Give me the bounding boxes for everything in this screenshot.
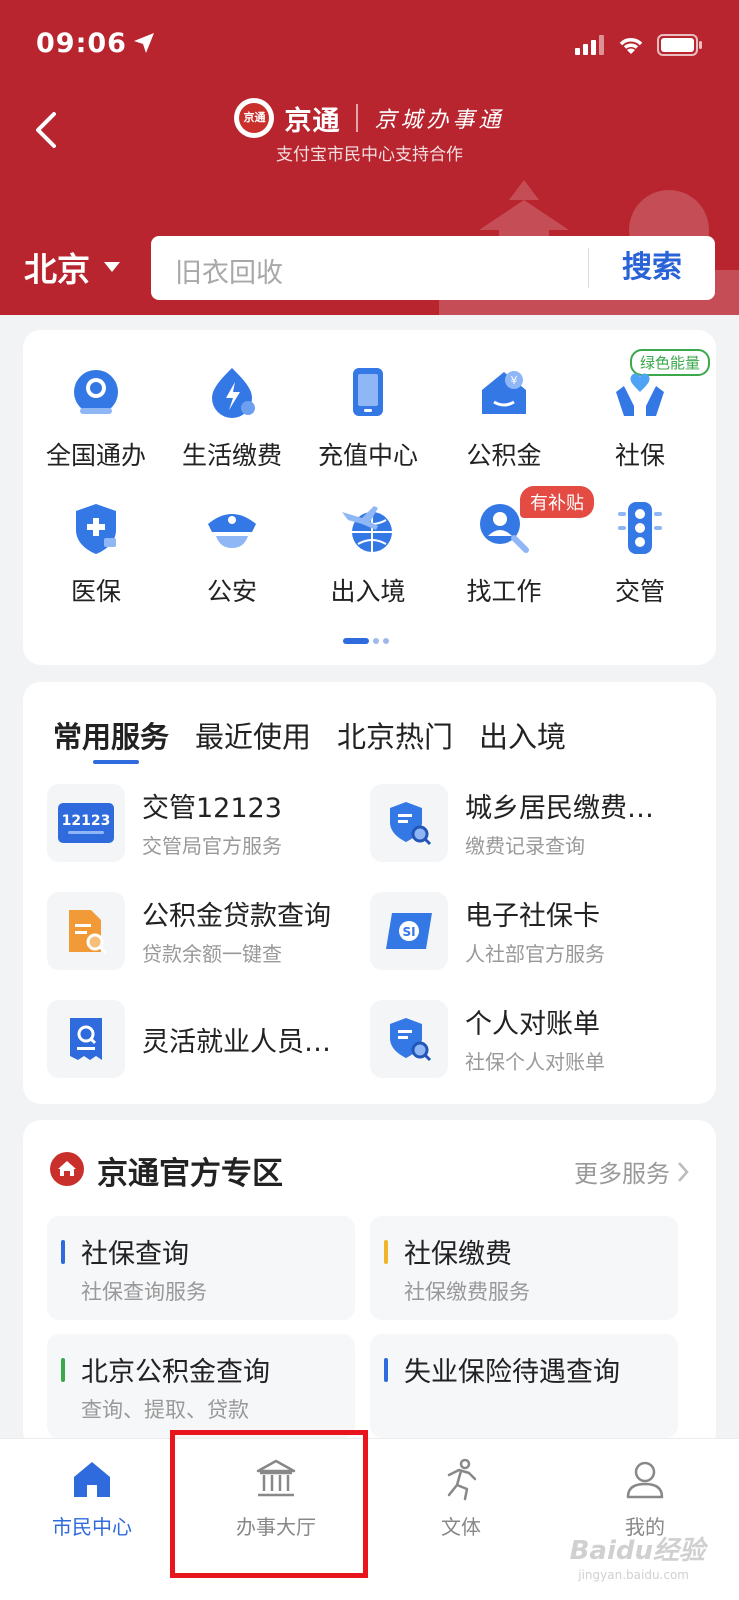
tab-recent[interactable]: 最近使用 [195, 714, 311, 756]
services-grid-card: 绿色能量 有补贴 全国通办 生活缴费 充值中心 ¥ 公积金 社保 医保 公安 出… [23, 330, 716, 665]
official-zone-card: 京通官方专区 更多服务 社保查询 社保查询服务 社保缴费 社保缴费服务 北京公积… [23, 1120, 716, 1450]
jingtong-logo-icon [49, 1151, 85, 1191]
jingtong-logo-icon: 京通 [234, 98, 275, 138]
job-search-icon [474, 498, 534, 558]
search-bar[interactable]: 旧衣回收 搜索 [151, 236, 715, 300]
app-logo: 京通 京通 京城办事通 [0, 98, 739, 138]
service-item-social-card[interactable]: SI 电子社保卡 人社部官方服务 [370, 892, 690, 972]
more-services-link[interactable]: 更多服务 [574, 1154, 690, 1189]
service-item-12123[interactable]: 12123 交管12123 交管局官方服务 [47, 784, 367, 864]
service-item-resident-payment[interactable]: 城乡居民缴费… 缴费记录查询 [370, 784, 690, 864]
service-tabs: 常用服务 最近使用 北京热门 出入境 [53, 714, 566, 764]
brand-script: 京城办事通 [374, 108, 505, 133]
user-icon [626, 1461, 664, 1499]
signal-icon [575, 35, 605, 59]
nav-citizen-center[interactable]: 市民中心 [0, 1457, 184, 1540]
tab-immigration[interactable]: 出入境 [479, 714, 566, 756]
grid-item-medical[interactable]: 医保 [28, 498, 164, 608]
city-label: 北京 [24, 250, 90, 289]
grid-item-housing-fund[interactable]: ¥ 公积金 [436, 362, 572, 472]
official-item-fund-query[interactable]: 北京公积金查询 查询、提取、贷款 [47, 1334, 355, 1438]
wifi-icon [617, 35, 645, 59]
12123-icon: 12123 [47, 784, 125, 862]
official-item-social-payment[interactable]: 社保缴费 社保缴费服务 [370, 1216, 678, 1320]
city-selector[interactable]: 北京 [24, 243, 120, 291]
grid-item-social-security[interactable]: 社保 [572, 362, 708, 472]
watermark-url: jingyan.baidu.com [578, 1568, 689, 1582]
service-item-statement[interactable]: 个人对账单 社保个人对账单 [370, 1000, 690, 1080]
search-button[interactable]: 搜索 [589, 236, 715, 300]
traffic-light-icon [610, 498, 670, 558]
official-item-unemployment[interactable]: 失业保险待遇查询 [370, 1334, 678, 1438]
brand-name: 京通 [284, 105, 341, 137]
caret-down-icon [104, 262, 120, 272]
grid-item-jobs[interactable]: 找工作 [436, 498, 572, 608]
house-fund-icon: ¥ [474, 362, 534, 422]
medical-shield-icon [66, 498, 126, 558]
police-cap-icon [202, 498, 262, 558]
common-services-card: 常用服务 最近使用 北京热门 出入境 12123 交管12123 交管局官方服务… [23, 682, 716, 1104]
grid-item-national[interactable]: 全国通办 [28, 362, 164, 472]
nav-profile[interactable]: 我的 [553, 1457, 737, 1540]
grid-item-utilities[interactable]: 生活缴费 [164, 362, 300, 472]
watermark: Baidu经验 [569, 1536, 705, 1566]
status-bar: 09:06 [36, 28, 703, 68]
social-security-card-icon: SI [370, 892, 448, 970]
official-zone-title: 京通官方专区 [97, 1156, 283, 1192]
page-indicator [343, 638, 389, 644]
tab-common[interactable]: 常用服务 [53, 714, 169, 764]
service-item-fund-loan[interactable]: 公积金贷款查询 贷款余额一键查 [47, 892, 367, 972]
chevron-right-icon [678, 1161, 689, 1182]
home-icon [74, 1462, 110, 1497]
svg-text:SI: SI [402, 925, 415, 939]
plane-globe-icon [338, 498, 398, 558]
battery-icon [657, 34, 703, 60]
tablet-icon [338, 362, 398, 422]
official-item-social-query[interactable]: 社保查询 社保查询服务 [47, 1216, 355, 1320]
grid-item-immigration[interactable]: 出入境 [300, 498, 436, 608]
search-input[interactable]: 旧衣回收 [175, 251, 283, 290]
running-person-icon [447, 1458, 477, 1501]
header: 09:06 京通 京通 京城办事通 支付宝市民中心支持合作 北京 旧衣回收 搜索 [0, 0, 739, 315]
location-arrow-icon [132, 31, 156, 59]
shield-search-icon [370, 1000, 448, 1078]
shield-search-icon [370, 784, 448, 862]
service-item-flexible-employment[interactable]: 灵活就业人员… [47, 1000, 367, 1080]
grid-item-police[interactable]: 公安 [164, 498, 300, 608]
status-time: 09:06 [36, 28, 127, 59]
lightning-icon [202, 362, 262, 422]
hands-heart-icon [610, 362, 670, 422]
document-search-icon [47, 892, 125, 970]
highlight-box [170, 1430, 368, 1578]
nav-culture-sports[interactable]: 文体 [369, 1457, 553, 1540]
svg-text:12123: 12123 [62, 813, 111, 829]
globe-service-icon [66, 362, 126, 422]
svg-text:¥: ¥ [511, 374, 518, 387]
official-zone-header: 京通官方专区 [49, 1148, 283, 1193]
grid-item-traffic[interactable]: 交管 [572, 498, 708, 608]
grid-item-recharge[interactable]: 充值中心 [300, 362, 436, 472]
receipt-search-icon [47, 1000, 125, 1078]
tab-beijing-hot[interactable]: 北京热门 [337, 714, 453, 756]
